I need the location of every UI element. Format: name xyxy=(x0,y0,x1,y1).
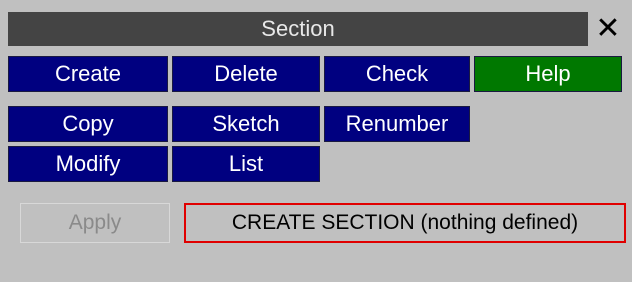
delete-button[interactable]: Delete xyxy=(172,56,320,92)
close-glyph: ✕ xyxy=(595,12,621,45)
help-button[interactable]: Help xyxy=(474,56,622,92)
check-button[interactable]: Check xyxy=(324,56,470,92)
apply-button[interactable]: Apply xyxy=(20,203,170,243)
window-title: Section xyxy=(8,12,588,46)
sketch-button[interactable]: Sketch xyxy=(172,106,320,142)
status-message: CREATE SECTION (nothing defined) xyxy=(184,203,626,243)
create-button[interactable]: Create xyxy=(8,56,168,92)
copy-button[interactable]: Copy xyxy=(8,106,168,142)
section-panel: Section ✕ Create Delete Check Help Copy … xyxy=(0,0,632,282)
modify-button[interactable]: Modify xyxy=(8,146,168,182)
close-icon[interactable]: ✕ xyxy=(590,12,626,46)
list-button[interactable]: List xyxy=(172,146,320,182)
renumber-button[interactable]: Renumber xyxy=(324,106,470,142)
